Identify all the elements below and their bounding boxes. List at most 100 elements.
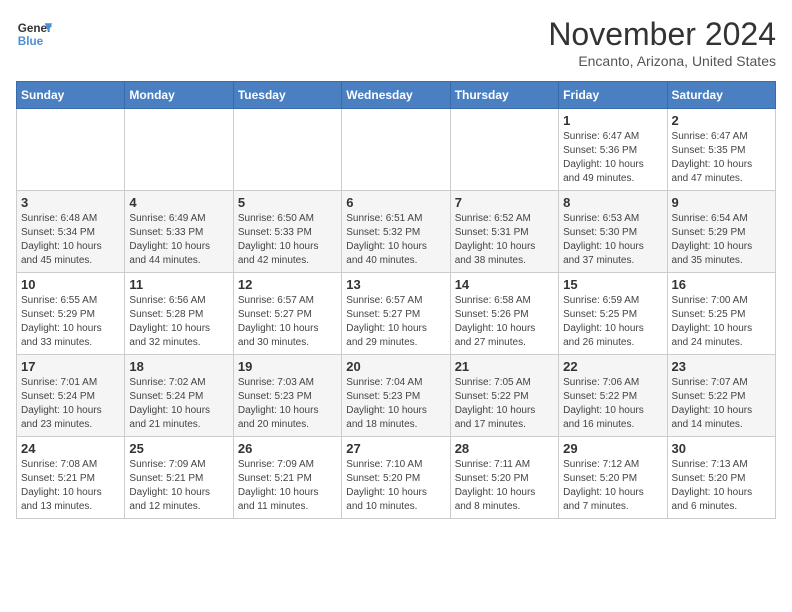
calendar-body: 1 Sunrise: 6:47 AM Sunset: 5:36 PM Daylig… [17, 109, 776, 519]
day-info: Sunrise: 6:47 AM Sunset: 5:35 PM Dayligh… [672, 130, 771, 186]
calendar-cell: 30 Sunrise: 7:13 AM Sunset: 5:20 PM Dayli… [667, 437, 775, 519]
calendar-cell: 4Sunrise: 6:49 AM Sunset: 5:33 PM Daylig… [125, 191, 233, 273]
svg-text:Blue: Blue [18, 35, 44, 48]
day-info: Sunrise: 6:56 AM Sunset: 5:28 PM Dayligh… [129, 294, 228, 350]
day-info: Sunrise: 6:50 AM Sunset: 5:33 PM Dayligh… [238, 212, 337, 268]
calendar-cell: 8Sunrise: 6:53 AM Sunset: 5:30 PM Daylig… [559, 191, 667, 273]
calendar-cell: 13 Sunrise: 6:57 AM Sunset: 5:27 PM Dayli… [342, 273, 450, 355]
weekday-header: Tuesday [233, 82, 341, 109]
day-number: 19 [238, 359, 337, 374]
day-info: Sunrise: 6:57 AM Sunset: 5:27 PM Dayligh… [346, 294, 445, 350]
calendar-table: SundayMondayTuesdayWednesdayThursdayFrid… [16, 81, 776, 519]
calendar-cell: 9 Sunrise: 6:54 AM Sunset: 5:29 PM Daylig… [667, 191, 775, 273]
day-number: 3 [21, 195, 120, 210]
calendar-cell: 14Sunrise: 6:58 AM Sunset: 5:26 PM Dayli… [450, 273, 558, 355]
calendar-cell: 19 Sunrise: 7:03 AM Sunset: 5:23 PM Dayli… [233, 355, 341, 437]
location: Encanto, Arizona, United States [548, 53, 776, 69]
calendar-cell: 15 Sunrise: 6:59 AM Sunset: 5:25 PM Dayli… [559, 273, 667, 355]
weekday-header: Friday [559, 82, 667, 109]
calendar-week-row: 24Sunrise: 7:08 AM Sunset: 5:21 PM Dayli… [17, 437, 776, 519]
day-number: 12 [238, 277, 337, 292]
day-number: 18 [129, 359, 228, 374]
day-number: 14 [455, 277, 554, 292]
day-info: Sunrise: 6:53 AM Sunset: 5:30 PM Dayligh… [563, 212, 662, 268]
day-info: Sunrise: 6:48 AM Sunset: 5:34 PM Dayligh… [21, 212, 120, 268]
weekday-header: Saturday [667, 82, 775, 109]
calendar-cell: 3 Sunrise: 6:48 AM Sunset: 5:34 PM Daylig… [17, 191, 125, 273]
day-number: 13 [346, 277, 445, 292]
calendar-cell [17, 109, 125, 191]
day-number: 17 [21, 359, 120, 374]
day-info: Sunrise: 7:03 AM Sunset: 5:23 PM Dayligh… [238, 376, 337, 432]
calendar-cell: 21 Sunrise: 7:05 AM Sunset: 5:22 PM Dayli… [450, 355, 558, 437]
calendar-cell: 7 Sunrise: 6:52 AM Sunset: 5:31 PM Daylig… [450, 191, 558, 273]
day-number: 15 [563, 277, 662, 292]
day-number: 28 [455, 441, 554, 456]
calendar-cell: 11 Sunrise: 6:56 AM Sunset: 5:28 PM Dayli… [125, 273, 233, 355]
calendar-cell: 18 Sunrise: 7:02 AM Sunset: 5:24 PM Dayli… [125, 355, 233, 437]
weekday-header: Thursday [450, 82, 558, 109]
logo-icon: General Blue [16, 16, 52, 52]
calendar-cell [233, 109, 341, 191]
day-number: 9 [672, 195, 771, 210]
calendar-week-row: 1 Sunrise: 6:47 AM Sunset: 5:36 PM Daylig… [17, 109, 776, 191]
day-number: 1 [563, 113, 662, 128]
day-info: Sunrise: 6:55 AM Sunset: 5:29 PM Dayligh… [21, 294, 120, 350]
calendar-cell: 27Sunrise: 7:10 AM Sunset: 5:20 PM Dayli… [342, 437, 450, 519]
day-info: Sunrise: 7:09 AM Sunset: 5:21 PM Dayligh… [238, 458, 337, 514]
calendar-cell: 22 Sunrise: 7:06 AM Sunset: 5:22 PM Dayli… [559, 355, 667, 437]
day-info: Sunrise: 6:52 AM Sunset: 5:31 PM Dayligh… [455, 212, 554, 268]
calendar-cell: 2 Sunrise: 6:47 AM Sunset: 5:35 PM Daylig… [667, 109, 775, 191]
calendar-cell [342, 109, 450, 191]
header: General Blue November 2024 Encanto, Ariz… [16, 16, 776, 69]
calendar-cell: 12 Sunrise: 6:57 AM Sunset: 5:27 PM Dayli… [233, 273, 341, 355]
day-info: Sunrise: 7:05 AM Sunset: 5:22 PM Dayligh… [455, 376, 554, 432]
calendar-week-row: 17Sunrise: 7:01 AM Sunset: 5:24 PM Dayli… [17, 355, 776, 437]
day-number: 10 [21, 277, 120, 292]
day-info: Sunrise: 7:10 AM Sunset: 5:20 PM Dayligh… [346, 458, 445, 514]
day-number: 21 [455, 359, 554, 374]
day-info: Sunrise: 6:59 AM Sunset: 5:25 PM Dayligh… [563, 294, 662, 350]
logo: General Blue [16, 16, 52, 52]
day-number: 23 [672, 359, 771, 374]
day-number: 2 [672, 113, 771, 128]
day-info: Sunrise: 7:07 AM Sunset: 5:22 PM Dayligh… [672, 376, 771, 432]
day-number: 30 [672, 441, 771, 456]
day-info: Sunrise: 6:47 AM Sunset: 5:36 PM Dayligh… [563, 130, 662, 186]
day-info: Sunrise: 6:54 AM Sunset: 5:29 PM Dayligh… [672, 212, 771, 268]
calendar-cell: 29Sunrise: 7:12 AM Sunset: 5:20 PM Dayli… [559, 437, 667, 519]
day-info: Sunrise: 7:09 AM Sunset: 5:21 PM Dayligh… [129, 458, 228, 514]
calendar-cell: 10 Sunrise: 6:55 AM Sunset: 5:29 PM Dayli… [17, 273, 125, 355]
weekday-row: SundayMondayTuesdayWednesdayThursdayFrid… [17, 82, 776, 109]
day-info: Sunrise: 7:02 AM Sunset: 5:24 PM Dayligh… [129, 376, 228, 432]
weekday-header: Sunday [17, 82, 125, 109]
day-info: Sunrise: 7:06 AM Sunset: 5:22 PM Dayligh… [563, 376, 662, 432]
day-info: Sunrise: 7:11 AM Sunset: 5:20 PM Dayligh… [455, 458, 554, 514]
calendar-cell: 17Sunrise: 7:01 AM Sunset: 5:24 PM Dayli… [17, 355, 125, 437]
calendar-cell: 24Sunrise: 7:08 AM Sunset: 5:21 PM Dayli… [17, 437, 125, 519]
day-info: Sunrise: 7:13 AM Sunset: 5:20 PM Dayligh… [672, 458, 771, 514]
day-info: Sunrise: 7:04 AM Sunset: 5:23 PM Dayligh… [346, 376, 445, 432]
day-number: 29 [563, 441, 662, 456]
day-info: Sunrise: 6:57 AM Sunset: 5:27 PM Dayligh… [238, 294, 337, 350]
calendar-week-row: 10 Sunrise: 6:55 AM Sunset: 5:29 PM Dayli… [17, 273, 776, 355]
day-number: 22 [563, 359, 662, 374]
day-number: 5 [238, 195, 337, 210]
day-number: 6 [346, 195, 445, 210]
calendar-header: SundayMondayTuesdayWednesdayThursdayFrid… [17, 82, 776, 109]
day-number: 26 [238, 441, 337, 456]
day-number: 4 [129, 195, 228, 210]
day-number: 11 [129, 277, 228, 292]
month-title: November 2024 [548, 16, 776, 53]
day-number: 20 [346, 359, 445, 374]
calendar-cell: 16 Sunrise: 7:00 AM Sunset: 5:25 PM Dayli… [667, 273, 775, 355]
day-number: 16 [672, 277, 771, 292]
day-number: 24 [21, 441, 120, 456]
day-info: Sunrise: 7:00 AM Sunset: 5:25 PM Dayligh… [672, 294, 771, 350]
calendar-cell: 20 Sunrise: 7:04 AM Sunset: 5:23 PM Dayli… [342, 355, 450, 437]
day-number: 7 [455, 195, 554, 210]
day-number: 25 [129, 441, 228, 456]
calendar-cell: 25 Sunrise: 7:09 AM Sunset: 5:21 PM Dayli… [125, 437, 233, 519]
calendar-cell: 23 Sunrise: 7:07 AM Sunset: 5:22 PM Dayli… [667, 355, 775, 437]
calendar-cell: 1 Sunrise: 6:47 AM Sunset: 5:36 PM Daylig… [559, 109, 667, 191]
